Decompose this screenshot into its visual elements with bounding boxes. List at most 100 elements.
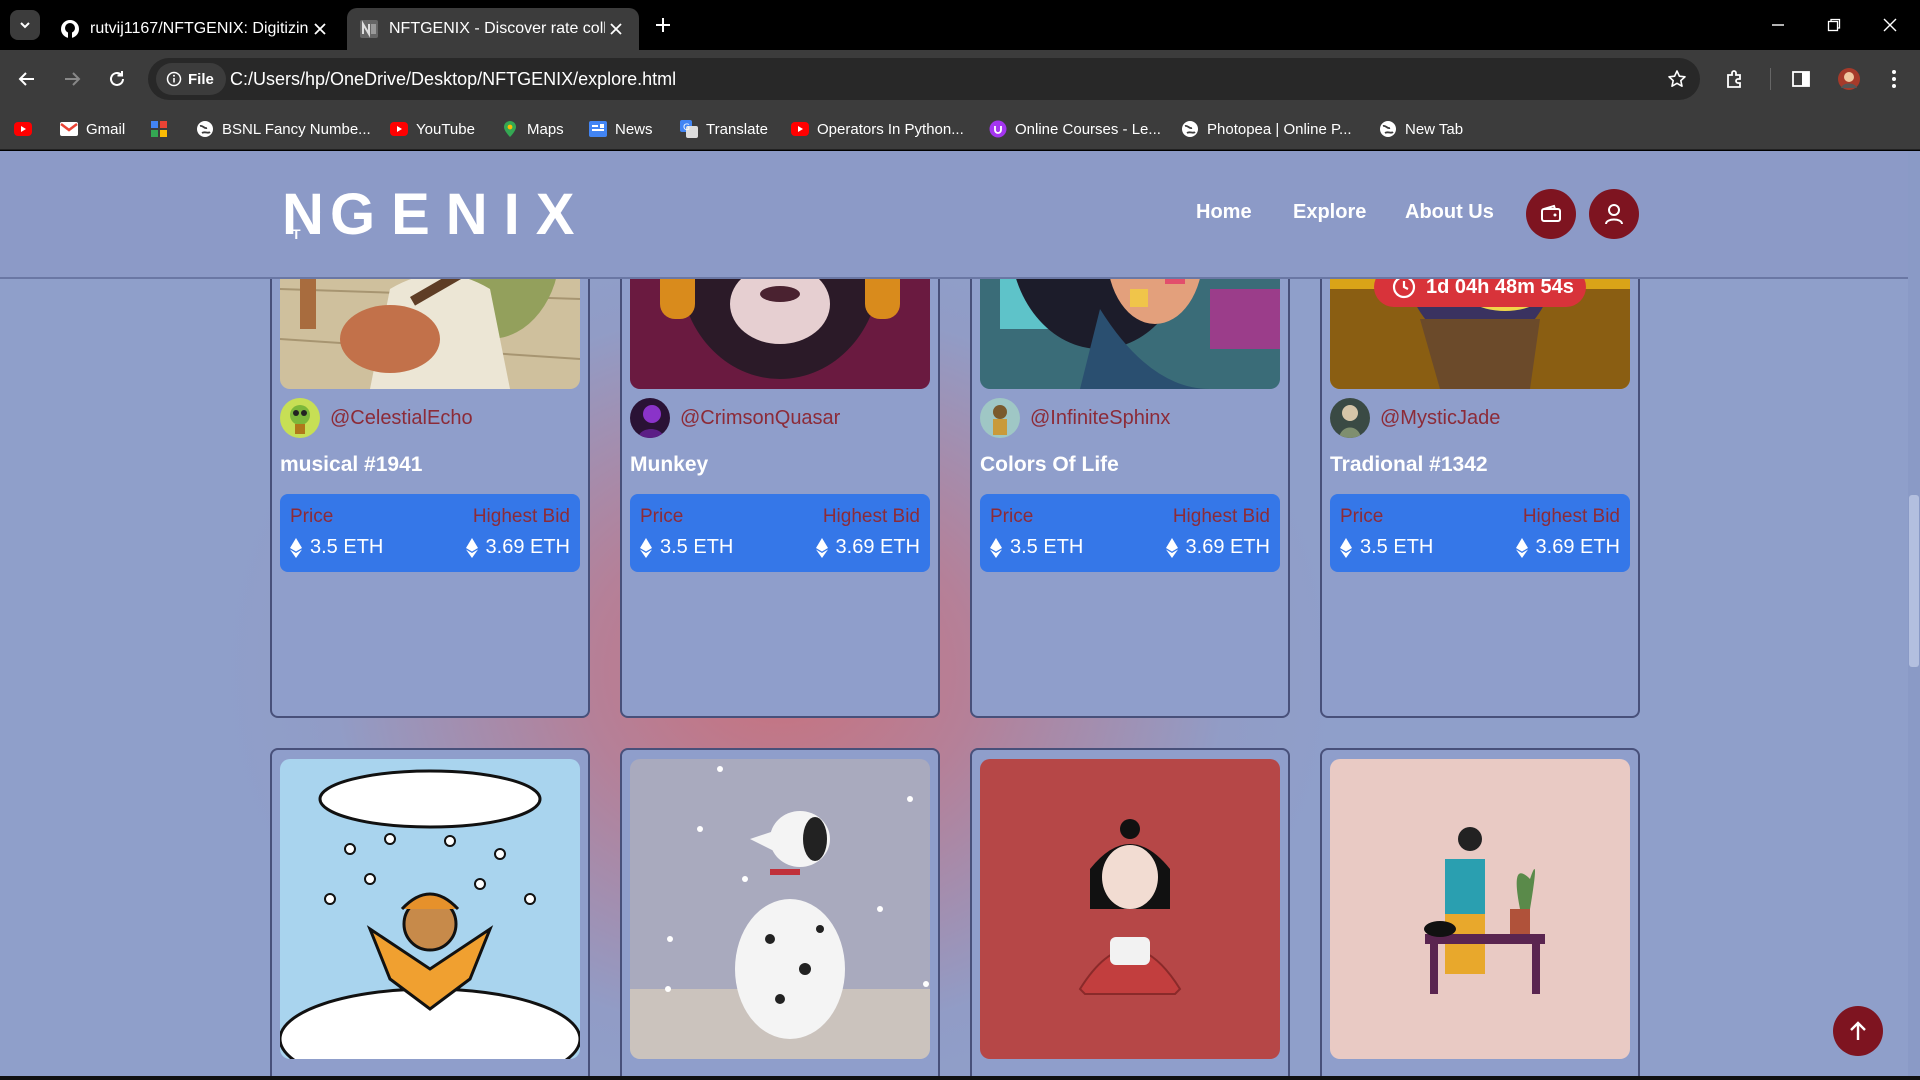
page-viewport: @CelestialEcho musical #1941 Price Highe… <box>0 151 1908 1076</box>
bookmark-operators-python[interactable]: Operators In Python... <box>791 118 964 140</box>
price-amount: 3.5 ETH <box>1010 536 1084 558</box>
menu-button[interactable] <box>1878 63 1910 95</box>
nft-image[interactable] <box>1330 759 1630 1059</box>
browser-toolbar: File C:/Users/hp/OneDrive/Desktop/NFTGEN… <box>0 50 1920 108</box>
avatar <box>980 398 1020 438</box>
bookmark-bsnl[interactable]: BSNL Fancy Numbe... <box>196 118 371 140</box>
creator-handle[interactable]: @CelestialEcho <box>330 407 473 430</box>
bookmark-label: News <box>615 120 653 138</box>
site-info-label: File <box>188 70 214 88</box>
window-bottom-edge <box>0 1076 1920 1080</box>
address-bar[interactable]: File C:/Users/hp/OneDrive/Desktop/NFTGEN… <box>148 58 1700 100</box>
nft-image[interactable] <box>280 759 580 1059</box>
tab-title: rutvij1167/NFTGENIX: Digitizing <box>90 20 309 37</box>
ethereum-icon <box>815 537 828 558</box>
bookmark-label: Translate <box>706 120 768 138</box>
bookmark-gmail[interactable]: Gmail <box>60 118 125 140</box>
restore-icon <box>1827 18 1841 32</box>
reload-icon <box>110 71 124 86</box>
nav-explore[interactable]: Explore <box>1293 201 1366 224</box>
globe-icon <box>1181 120 1199 138</box>
tab-title: NFTGENIX - Discover rate colle <box>389 20 605 37</box>
site-favicon <box>360 20 378 38</box>
bookmark-youtube-2[interactable]: YouTube <box>390 118 475 140</box>
nft-image[interactable] <box>980 759 1280 1059</box>
bookmark-youtube-1[interactable] <box>14 118 40 140</box>
nft-card[interactable] <box>1320 748 1640 1076</box>
restore-button[interactable] <box>1806 0 1862 50</box>
globe-icon <box>196 120 214 138</box>
bookmark-translate[interactable]: G Translate <box>680 118 768 140</box>
highest-bid-label: Highest Bid <box>822 506 920 527</box>
bid-amount: 3.69 ETH <box>835 536 920 558</box>
scroll-to-top-button[interactable] <box>1833 1006 1883 1056</box>
creator-row[interactable]: @CrimsonQuasar <box>630 398 840 438</box>
scrollbar-thumb[interactable] <box>1909 495 1919 667</box>
ethereum-icon <box>1165 537 1178 558</box>
wallet-icon <box>1541 204 1561 222</box>
ethereum-icon <box>640 537 652 558</box>
new-tab-button[interactable] <box>648 10 678 40</box>
tab-search-button[interactable] <box>10 10 40 40</box>
bookmark-label: Gmail <box>86 120 126 138</box>
creator-row[interactable]: @MysticJade <box>1330 398 1500 438</box>
ethereum-icon <box>290 537 302 558</box>
tab-github[interactable]: rutvij1167/NFTGENIX: Digitizing <box>48 8 343 50</box>
tab-nftgenix[interactable]: NFTGENIX - Discover rate colle <box>347 8 639 50</box>
site-header: N FT GENIX Home Explore About Us <box>0 151 1908 279</box>
ethereum-icon <box>990 537 1002 558</box>
nft-card[interactable] <box>970 748 1290 1076</box>
bookmark-new-tab[interactable]: New Tab <box>1379 118 1463 140</box>
bookmarks-bar: Gmail BSNL Fancy Numbe... YouTube Maps N… <box>0 108 1920 150</box>
arrow-up-icon <box>1850 1021 1866 1040</box>
youtube-icon <box>390 120 408 138</box>
nav-about-us[interactable]: About Us <box>1405 201 1494 224</box>
bookmark-news[interactable]: News <box>589 118 653 140</box>
nft-image[interactable] <box>630 759 930 1059</box>
avatar-icon <box>1838 68 1860 90</box>
nft-card[interactable] <box>620 748 940 1076</box>
site-info-chip[interactable]: File <box>156 63 226 95</box>
price-label: Price <box>290 506 334 527</box>
creator-handle[interactable]: @CrimsonQuasar <box>680 407 840 430</box>
profile-button[interactable] <box>1833 63 1865 95</box>
bookmark-maps[interactable]: Maps <box>501 118 564 140</box>
bookmark-label: Operators In Python... <box>817 120 964 138</box>
price-value: 3.5 ETH <box>640 536 733 559</box>
wallet-button[interactable] <box>1526 189 1576 239</box>
url-text[interactable]: C:/Users/hp/OneDrive/Desktop/NFTGENIX/ex… <box>230 69 676 90</box>
creator-handle[interactable]: @InfiniteSphinx <box>1030 407 1170 430</box>
ethereum-icon <box>1340 537 1352 558</box>
creator-row[interactable]: @InfiniteSphinx <box>980 398 1170 438</box>
puzzle-icon <box>1727 70 1741 88</box>
bookmark-star-button[interactable] <box>1664 66 1690 92</box>
nft-card[interactable] <box>270 748 590 1076</box>
reload-button[interactable] <box>101 63 133 95</box>
ethereum-icon <box>1515 537 1528 558</box>
minimize-button[interactable] <box>1750 0 1806 50</box>
bookmark-photopea[interactable]: Photopea | Online P... <box>1181 118 1352 140</box>
back-button[interactable] <box>11 63 43 95</box>
creator-handle[interactable]: @MysticJade <box>1380 407 1500 430</box>
price-value: 3.5 ETH <box>1340 536 1433 559</box>
bookmark-online-courses[interactable]: Online Courses - Le... <box>989 118 1161 140</box>
minimize-icon <box>1772 24 1784 26</box>
price-value: 3.5 ETH <box>990 536 1083 559</box>
profile-button[interactable] <box>1589 189 1639 239</box>
creator-row[interactable]: @CelestialEcho <box>280 398 473 438</box>
chevron-down-icon <box>20 22 30 29</box>
google-icon <box>150 120 168 138</box>
bookmark-google[interactable] <box>150 118 176 140</box>
maps-icon <box>501 120 519 138</box>
price-amount: 3.5 ETH <box>1360 536 1434 558</box>
site-logo[interactable]: N FT GENIX <box>282 185 591 245</box>
side-panel-button[interactable] <box>1785 63 1817 95</box>
forward-button[interactable] <box>56 63 88 95</box>
logo-mini-letter: F <box>312 208 321 224</box>
close-icon[interactable] <box>309 18 331 40</box>
window-close-button[interactable] <box>1862 0 1918 50</box>
close-icon[interactable] <box>605 18 627 40</box>
nav-home[interactable]: Home <box>1196 201 1252 224</box>
extensions-button[interactable] <box>1719 63 1751 95</box>
gmail-icon <box>60 120 78 138</box>
